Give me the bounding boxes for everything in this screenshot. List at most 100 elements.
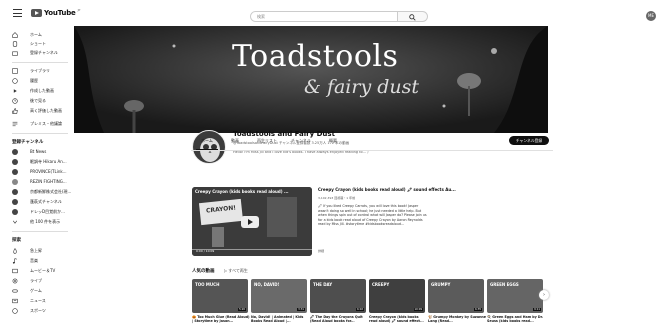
video-title[interactable]: 🎃 Too Much Glue (Read Aloud) | Storytime… [192, 315, 250, 323]
divider [12, 133, 68, 134]
video-thumbnail[interactable]: CREEPY 10:09 [369, 279, 425, 313]
thumbnail-text: NO, DAVID! [254, 282, 280, 287]
show-more-subs[interactable]: 他 100 件を表示 [30, 219, 60, 225]
video-title[interactable]: Creepy Crayon (kids books read aloud) 🖍 … [369, 315, 427, 323]
sidebar-item-gaming[interactable]: ゲーム [30, 288, 42, 294]
video-duration: 6:02 [356, 308, 364, 311]
sidebar-item-live[interactable]: ライブ [30, 278, 42, 284]
video-thumbnail[interactable]: GREEN EGGS 9:11 [487, 279, 543, 313]
hamburger-menu-icon[interactable] [13, 9, 22, 17]
video-title[interactable]: 🐒 Grumpy Monkey by Suzanne Lang (Read... [428, 315, 486, 323]
sidebar-sub-item[interactable]: PROVINCE(TLink... [30, 169, 67, 174]
sidebar-item-shorts[interactable]: ショート [30, 41, 46, 47]
search-input[interactable]: 検索 [250, 11, 398, 22]
sidebar-item-your-videos[interactable]: 作成した動画 [30, 88, 54, 94]
thumbnail-text: GRUMPY [431, 282, 451, 287]
sports-icon [12, 308, 18, 314]
sidebar-item-news[interactable]: ニュース [30, 298, 46, 304]
play-all-button[interactable]: ▷ すべて再生 [224, 268, 248, 274]
video-thumbnail[interactable]: TOO MUCH 5:20 [192, 279, 248, 313]
channel-avatar-large [192, 130, 226, 164]
featured-video-meta: 3,102,393 回視聴・1 年前 [318, 196, 356, 200]
tab-active-indicator [196, 149, 218, 150]
video-thumbnail[interactable]: GRUMPY 6:35 [428, 279, 484, 313]
playlist-icon [12, 121, 18, 127]
sidebar-item-watch-later[interactable]: 後で見る [30, 98, 46, 104]
tabs-divider [191, 150, 553, 151]
sidebar-sub-item[interactable]: REZIN FIGHTING... [30, 179, 67, 184]
tab-home[interactable]: ホーム [201, 138, 213, 144]
thumbnail-text: CREEPY [372, 282, 390, 287]
sidebar-sub-item[interactable]: 蓬萩式チャンネル [30, 199, 62, 205]
sidebar-sub-item[interactable]: 京都新鮮株式会社(現... [30, 189, 71, 195]
video-title[interactable]: No, David! | Animated | Kids Books Read … [251, 315, 309, 323]
subscribe-button[interactable]: チャンネル登録 [509, 136, 549, 145]
sidebar-item-liked-videos[interactable]: 高く評価した動画 [30, 108, 62, 114]
read-more-link[interactable]: 詳細 [318, 249, 324, 253]
gaming-icon [12, 289, 18, 293]
chevron-down-icon [12, 220, 18, 224]
watch-later-icon [12, 98, 18, 104]
sidebar-sub-item[interactable]: Bt News [30, 149, 46, 154]
tab-playlists[interactable]: 再生リスト [257, 138, 277, 144]
tab-channels[interactable]: チャンネル [291, 138, 311, 144]
subscriptions-icon [12, 51, 18, 56]
thumbnail-text: GREEN EGGS [490, 282, 519, 287]
video-thumbnail[interactable]: THE DAY 6:02 [310, 279, 366, 313]
play-button[interactable] [241, 216, 259, 228]
channel-name: Toadstools and Fairy Dust [233, 130, 335, 138]
music-icon [12, 258, 17, 264]
sidebar-item-sports[interactable]: スポーツ [30, 308, 46, 314]
banner-subtitle: & fairy dust [304, 76, 420, 98]
search-button[interactable] [398, 11, 428, 22]
liked-videos-icon [12, 108, 18, 114]
sidebar-item-history[interactable]: 履歴 [30, 78, 38, 84]
logo-text: YouTube [44, 9, 76, 17]
popular-heading: 人気の動画 [192, 269, 215, 274]
channel-avatar [12, 209, 18, 215]
sidebar-item-music[interactable]: 音楽 [30, 258, 38, 264]
tab-videos[interactable]: 動画 [231, 138, 239, 144]
subscriptions-heading: 登録チャンネル [12, 140, 44, 145]
logo-region: JP [77, 8, 81, 12]
video-duration: 10:09 [413, 308, 423, 311]
tab-about[interactable]: 概要 [329, 138, 337, 144]
channel-avatar [12, 189, 18, 195]
trending-icon [13, 248, 17, 254]
channel-avatar [12, 199, 18, 205]
divider [12, 231, 68, 232]
featured-video-description: 🖍 If you liked Creepy Carrots, you will … [318, 204, 427, 226]
sidebar-sub-item[interactable]: 眠調寺 Hikaru An... [30, 159, 67, 165]
video-thumbnail[interactable]: NO, DAVID! 3:31 [251, 279, 307, 313]
video-title[interactable]: 🖍 The Day the Crayons Quit (Read Aloud b… [310, 315, 368, 323]
divider [12, 62, 68, 63]
featured-video-title[interactable]: Creepy Crayon (kids books read aloud) 🖍 … [318, 187, 456, 192]
video-time: 0:00 / 10:09 [196, 249, 215, 253]
history-icon [12, 78, 18, 84]
video-overlay-title: Creepy Crayon (kids books read aloud) ..… [195, 189, 289, 194]
home-icon [12, 32, 18, 38]
youtube-play-icon [31, 9, 42, 17]
sidebar-item-movies[interactable]: ムービー＆TV [30, 268, 55, 274]
sidebar-item-trending[interactable]: 急上昇 [30, 248, 42, 254]
youtube-logo[interactable]: YouTube JP [31, 8, 81, 17]
account-avatar[interactable]: ME [646, 11, 656, 21]
sidebar: ホーム ショート 登録チャンネル ライブラリ 履歴 作成した動画 後で見る 高く… [0, 26, 71, 326]
sidebar-item-library[interactable]: ライブラリ [30, 68, 50, 74]
channel-avatar [12, 149, 18, 155]
owl-icon [200, 138, 220, 162]
sidebar-item-playlist[interactable]: プレミス・他議論 [30, 121, 62, 127]
shorts-icon [12, 41, 18, 47]
sidebar-item-home[interactable]: ホーム [30, 32, 42, 38]
chevron-right-icon[interactable]: › [539, 290, 549, 300]
sidebar-item-subscriptions[interactable]: 登録チャンネル [30, 50, 58, 56]
video-title[interactable]: 🍳 Green Eggs and Ham by Dr. Seuss (kids … [487, 315, 545, 323]
news-icon [12, 298, 18, 304]
video-duration: 9:11 [533, 308, 541, 311]
sidebar-sub-item[interactable]: ドレッD目覚前か... [30, 209, 65, 215]
channel-avatar [12, 169, 18, 175]
search-icon [409, 14, 416, 21]
library-icon [12, 68, 18, 74]
live-icon [12, 278, 18, 284]
explore-heading: 探索 [12, 238, 21, 243]
